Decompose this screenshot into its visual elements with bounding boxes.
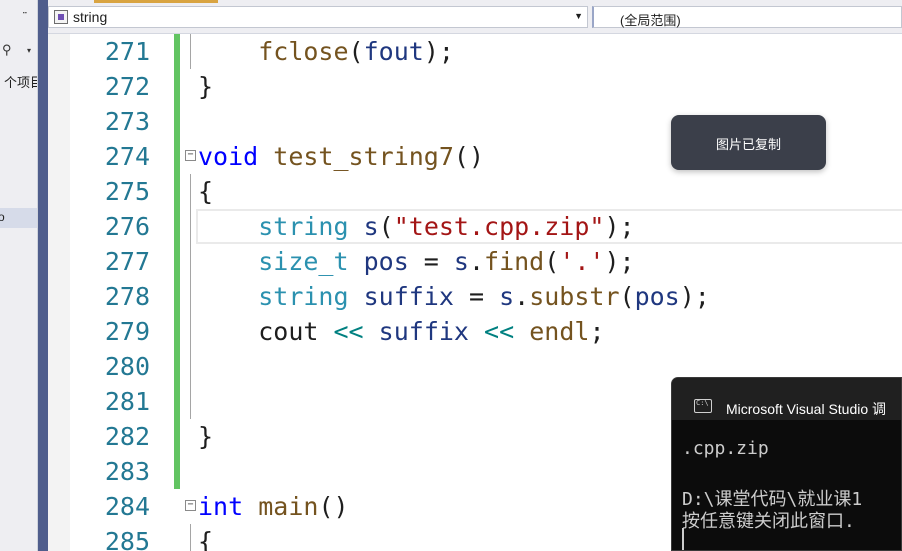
change-bar — [174, 209, 180, 244]
change-bar — [174, 244, 180, 279]
panel-splitter[interactable] — [38, 0, 48, 551]
outline-guide — [190, 34, 191, 69]
project-count-label: 个项目 — [4, 75, 37, 90]
outline-guide — [190, 244, 191, 279]
change-bar — [174, 419, 180, 454]
class-icon — [54, 10, 68, 24]
line-number: 272 — [104, 72, 150, 101]
outline-guide — [190, 279, 191, 314]
scope-dropdown-value: string — [73, 9, 108, 25]
change-bar — [174, 349, 180, 384]
code-line: 278 string suffix = s.substr(pos); — [48, 279, 902, 314]
solution-explorer-panel: ᐧᐧ ⚲ ▾ 个项目 o — [0, 0, 38, 551]
code-text: { — [198, 527, 214, 551]
change-bar — [174, 279, 180, 314]
code-line: 275 { — [48, 174, 902, 209]
code-text: } — [198, 72, 214, 101]
debug-console-window[interactable]: Microsoft Visual Studio 调 .cpp.zip D:\课堂… — [671, 377, 902, 551]
search-icon[interactable]: ⚲ — [2, 42, 12, 58]
member-dropdown[interactable]: (全局范围) — [592, 6, 902, 28]
code-text: string s("test.cpp.zip"); — [258, 212, 635, 241]
change-bar — [174, 384, 180, 419]
outline-guide — [190, 209, 191, 244]
line-number: 278 — [104, 282, 150, 311]
line-number: 285 — [104, 527, 150, 551]
code-text: void test_string7() — [198, 142, 485, 171]
code-text: int main() — [198, 492, 349, 521]
current-code-line: 276 string s("test.cpp.zip"); — [48, 209, 902, 244]
code-line: 271 fclose(fout); — [48, 34, 902, 69]
console-output-line: 按任意键关闭此窗口. — [682, 511, 855, 532]
code-text: { — [198, 177, 214, 206]
code-text: } — [198, 422, 214, 451]
code-text: fclose(fout); — [258, 37, 454, 66]
line-number: 279 — [104, 317, 150, 346]
line-number: 274 — [104, 142, 150, 171]
outline-guide — [190, 314, 191, 349]
active-tab-accent — [94, 0, 218, 3]
outline-guide — [190, 384, 191, 419]
outline-guide — [190, 524, 191, 551]
line-number: 276 — [104, 212, 150, 241]
change-bar — [174, 104, 180, 139]
copy-toast: 图片已复制 — [671, 115, 826, 170]
line-number: 282 — [104, 422, 150, 451]
console-title: Microsoft Visual Studio 调 — [726, 401, 887, 417]
code-line: 279 cout << suffix << endl; — [48, 314, 902, 349]
line-number: 271 — [104, 37, 150, 66]
line-number: 280 — [104, 352, 150, 381]
line-number: 283 — [104, 457, 150, 486]
collapse-icon[interactable]: − — [185, 150, 196, 161]
code-text: string suffix = s.substr(pos); — [258, 282, 710, 311]
change-bar — [174, 174, 180, 209]
toast-message: 图片已复制 — [715, 137, 781, 152]
line-number: 277 — [104, 247, 150, 276]
console-cursor — [682, 528, 684, 550]
collapse-icon[interactable]: − — [185, 500, 196, 511]
console-titlebar[interactable]: Microsoft Visual Studio 调 — [672, 378, 901, 420]
line-number: 275 — [104, 177, 150, 206]
change-bar — [174, 314, 180, 349]
outline-guide — [190, 349, 191, 384]
change-bar — [174, 34, 180, 69]
outline-guide — [190, 174, 191, 209]
console-output-line: .cpp.zip — [682, 438, 769, 459]
search-options-chevron-icon[interactable]: ▾ — [27, 46, 31, 55]
selected-tree-item-label: o — [0, 210, 5, 224]
pin-icon[interactable]: ᐧᐧ — [22, 6, 27, 20]
selected-tree-item[interactable] — [0, 208, 37, 228]
console-app-icon — [694, 399, 712, 413]
code-line: 272 } — [48, 69, 902, 104]
code-text: cout << suffix << endl; — [258, 317, 605, 346]
code-text: size_t pos = s.find('.'); — [258, 247, 635, 276]
code-line: 277 size_t pos = s.find('.'); — [48, 244, 902, 279]
change-bar — [174, 454, 180, 489]
scope-dropdown[interactable]: string ▼ — [48, 6, 588, 28]
line-number: 273 — [104, 107, 150, 136]
member-dropdown-value: (全局范围) — [620, 13, 681, 28]
line-number: 284 — [104, 492, 150, 521]
change-bar — [174, 139, 180, 174]
chevron-down-icon[interactable]: ▼ — [574, 11, 583, 21]
line-number: 281 — [104, 387, 150, 416]
change-bar — [174, 69, 180, 104]
navigation-bar: string ▼ (全局范围) — [48, 0, 902, 34]
